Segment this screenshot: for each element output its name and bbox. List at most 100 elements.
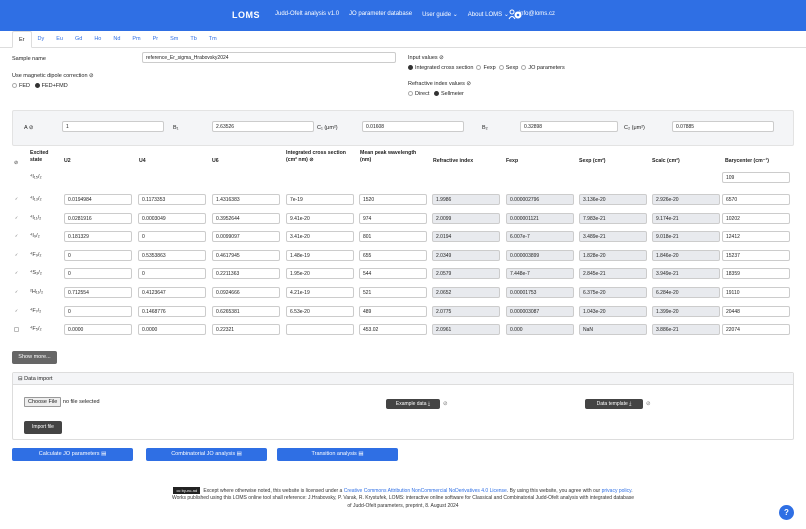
row-checkbox[interactable]: ✓ xyxy=(14,308,19,314)
show-more-button[interactable]: Show more... xyxy=(12,351,57,364)
cell-u6[interactable]: 0.0924666 xyxy=(212,287,280,298)
nav-about[interactable]: About LOMS ⌄ xyxy=(468,11,509,18)
row-checkbox[interactable]: ✓ xyxy=(14,271,19,276)
a-input[interactable]: 1 xyxy=(62,121,164,132)
cell-ics[interactable] xyxy=(286,324,354,336)
example-help-icon[interactable]: ⊘ xyxy=(443,401,448,407)
cell-ics[interactable]: 7e-19 xyxy=(286,194,354,205)
help-icon[interactable]: ⊘ xyxy=(14,160,18,167)
tab-er[interactable]: Er xyxy=(12,31,32,48)
fed-fmd-radio[interactable] xyxy=(34,83,40,89)
import-file-button[interactable]: Import file xyxy=(24,421,62,434)
cell-wl[interactable]: 655 xyxy=(359,249,427,261)
cell-bary[interactable]: 19110 xyxy=(722,287,790,298)
cell-bary[interactable]: 18359 xyxy=(722,268,790,280)
nav-database[interactable]: JO parameter database xyxy=(349,11,412,18)
cell-bary[interactable]: 22074 xyxy=(722,324,790,336)
nav-email[interactable]: info@loms.cz xyxy=(519,11,555,18)
direct-radio[interactable] xyxy=(408,91,413,97)
calculate-jo-button[interactable]: Calculate JO parameters ▤ xyxy=(12,448,133,461)
tab-sm[interactable]: Sm xyxy=(164,31,184,48)
tab-gd[interactable]: Gd xyxy=(69,31,88,48)
cell-ics[interactable]: 6.53e-20 xyxy=(286,305,354,317)
cc-license-badge[interactable]: cc by-nc-nd xyxy=(173,487,201,494)
cell-bary[interactable]: 15237 xyxy=(722,249,790,261)
example-data-button[interactable]: Example data ⤓ xyxy=(386,399,440,409)
tab-tm[interactable]: Tm xyxy=(203,31,223,48)
cell-ics[interactable]: 1.95e-20 xyxy=(286,268,354,280)
cell-wl[interactable]: 521 xyxy=(359,287,427,298)
cell-wl[interactable]: 974 xyxy=(359,212,427,224)
cell-ics[interactable]: 9.41e-20 xyxy=(286,212,354,224)
jo-params-radio[interactable] xyxy=(521,65,527,71)
fexp-radio[interactable] xyxy=(476,65,482,71)
sample-name-input[interactable]: reference_Er_sigma_Hrabovsky2024 xyxy=(142,52,396,63)
cell-u6[interactable]: 0.3952644 xyxy=(212,212,280,224)
cell-ics[interactable]: 4.21e-19 xyxy=(286,287,354,298)
cell-u4[interactable]: 0.4123647 xyxy=(138,287,206,298)
cell-u4[interactable]: 0 xyxy=(138,231,206,243)
cell-ics[interactable]: 3.41e-20 xyxy=(286,231,354,243)
cell-u2[interactable]: 0.0194984 xyxy=(64,194,132,205)
template-help-icon[interactable]: ⊘ xyxy=(646,401,651,407)
cell-wl[interactable]: 1520 xyxy=(359,194,427,205)
cell-bary[interactable]: 6570 xyxy=(722,194,790,205)
row-checkbox[interactable]: ✓ xyxy=(14,234,19,239)
cell-u2[interactable]: 0 xyxy=(64,249,132,261)
cell-u6[interactable]: 1.4316383 xyxy=(212,194,280,205)
row-checkbox[interactable]: ✓ xyxy=(14,197,19,202)
cell-wl[interactable]: 801 xyxy=(359,231,427,243)
cell-ics[interactable]: 1.48e-19 xyxy=(286,249,354,261)
b1-input[interactable]: 2.63526 xyxy=(212,121,314,132)
cell-u2[interactable]: 0.0000 xyxy=(64,324,132,336)
cell-bary[interactable]: 20448 xyxy=(722,305,790,317)
tab-dy[interactable]: Dy xyxy=(32,31,51,48)
tab-pm[interactable]: Pm xyxy=(126,31,146,48)
ics-radio[interactable] xyxy=(408,65,413,71)
brand-logo[interactable]: LOMS xyxy=(232,10,260,20)
combinatorial-jo-button[interactable]: Combinatorial JO analysis ▤ xyxy=(146,448,267,461)
cell-u4[interactable]: 0.1173353 xyxy=(138,194,206,205)
nav-judd-ofelt[interactable]: Judd-Ofelt analysis v1.0 xyxy=(275,11,339,18)
cell-u2[interactable]: 0.0281916 xyxy=(64,212,132,224)
cell-u4[interactable]: 0 xyxy=(138,268,206,280)
tab-eu[interactable]: Eu xyxy=(50,31,69,48)
tab-ho[interactable]: Ho xyxy=(88,31,107,48)
c1-input[interactable]: 0.01608 xyxy=(362,121,464,132)
fed-radio[interactable] xyxy=(12,83,17,89)
sexp-radio[interactable] xyxy=(498,65,504,71)
cell-u4[interactable]: 0.0003049 xyxy=(138,212,206,224)
choose-file-button[interactable]: Choose File xyxy=(24,397,62,407)
nav-user-guide[interactable]: User guide ⌄ xyxy=(422,11,458,18)
data-template-button[interactable]: Data template ⤓ xyxy=(585,399,643,409)
cell-u2[interactable]: 0 xyxy=(64,305,132,317)
cell-u6[interactable]: 0.6265381 xyxy=(212,305,280,317)
tab-tb[interactable]: Tb xyxy=(184,31,202,48)
cell-u2[interactable]: 0 xyxy=(64,268,132,280)
ground-barycenter-input[interactable]: 109 xyxy=(722,172,790,183)
cell-u4[interactable]: 0.5353863 xyxy=(138,249,206,261)
cell-u6[interactable]: 0.4617945 xyxy=(212,249,280,261)
cell-u6[interactable]: 0.2211363 xyxy=(212,268,280,280)
row-checkbox[interactable]: ✓ xyxy=(14,252,19,258)
cell-bary[interactable]: 12412 xyxy=(722,231,790,243)
row-checkbox[interactable] xyxy=(14,327,19,333)
tab-nd[interactable]: Nd xyxy=(107,31,126,48)
data-import-header[interactable]: ⊟ Data import xyxy=(13,373,793,385)
user-settings-icon[interactable] xyxy=(508,9,522,20)
row-checkbox[interactable]: ✓ xyxy=(14,290,19,295)
transition-analysis-button[interactable]: Transition analysis ▤ xyxy=(277,448,398,461)
cell-u4[interactable]: 0.1468776 xyxy=(138,305,206,317)
sellmeier-radio[interactable] xyxy=(433,91,439,97)
c2-input[interactable]: 0.07885 xyxy=(672,121,774,132)
cell-wl[interactable]: 544 xyxy=(359,268,427,280)
cell-wl[interactable]: 489 xyxy=(359,305,427,317)
license-link[interactable]: Creative Commons Attribution NonCommerci… xyxy=(344,488,507,494)
help-button[interactable]: ? xyxy=(779,505,794,520)
cell-u4[interactable]: 0.0000 xyxy=(138,324,206,336)
cell-bary[interactable]: 10202 xyxy=(722,212,790,224)
tab-pr[interactable]: Pr xyxy=(147,31,165,48)
cell-wl[interactable]: 453.02 xyxy=(359,324,427,336)
privacy-policy-link[interactable]: privacy policy xyxy=(602,488,632,494)
cell-u2[interactable]: 0.181329 xyxy=(64,231,132,243)
